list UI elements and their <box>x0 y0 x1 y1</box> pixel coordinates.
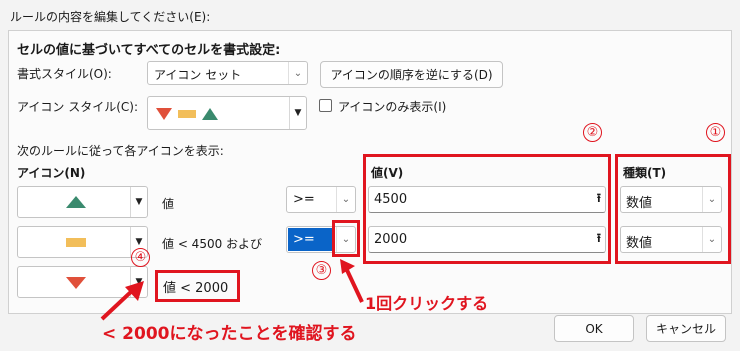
yellow-dash-icon <box>66 238 86 247</box>
format-style-value: アイコン セット <box>154 68 242 82</box>
rule2-condition: 値 < 4500 および <box>162 237 263 251</box>
rule2-value-input[interactable]: 2000 ⭱ <box>368 226 606 253</box>
upload-arrow-icon[interactable]: ⭱ <box>597 227 601 252</box>
click-once-annotation: 1回クリックする <box>365 294 489 313</box>
icon-set-preview-icon <box>156 108 218 120</box>
rule2-operator: >= <box>293 232 315 247</box>
rule2-value: 2000 <box>374 232 408 247</box>
reverse-icon-order-button[interactable]: アイコンの順序を逆にする(D) <box>320 61 503 88</box>
annotation-number-1: ① <box>706 123 725 142</box>
show-icon-only-label: アイコンのみ表示(I) <box>338 100 447 114</box>
chevron-down-icon: ⌄ <box>702 187 721 212</box>
annotation-number-3: ③ <box>312 261 331 280</box>
confirm-annotation: < 2000になったことを確認する <box>102 324 357 344</box>
annotation-number-4: ④ <box>131 248 150 267</box>
chevron-down-icon: ⌄ <box>288 62 307 84</box>
rule2-icon-select[interactable]: ▼ <box>17 226 148 258</box>
upload-arrow-icon[interactable]: ⭱ <box>597 187 601 212</box>
ok-button[interactable]: OK <box>554 315 634 342</box>
icon-column-header: アイコン(N) <box>17 166 86 180</box>
dropdown-arrow-icon: ▼ <box>289 97 306 129</box>
icon-style-label: アイコン スタイル(C): <box>17 100 139 114</box>
show-icon-only-checkbox[interactable] <box>319 99 332 112</box>
rule1-type-select[interactable]: 数値 ⌄ <box>620 186 722 213</box>
rule1-icon-select[interactable]: ▼ <box>17 186 148 218</box>
chevron-down-icon: ⌄ <box>702 227 721 252</box>
dialog-title: ルールの内容を編集してください(E): <box>10 10 211 24</box>
rules-heading: 次のルールに従って各アイコンを表示: <box>17 144 224 158</box>
section-heading: セルの値に基づいてすべてのセルを書式設定: <box>17 43 281 58</box>
rule1-value: 4500 <box>374 192 408 207</box>
dropdown-arrow-icon: ▼ <box>130 187 147 217</box>
format-style-label: 書式スタイル(O): <box>17 67 112 81</box>
rule1-condition: 値 <box>162 197 175 211</box>
red-arrow-up-icon <box>340 259 364 303</box>
green-triangle-up-icon <box>66 196 86 208</box>
rule1-type: 数値 <box>626 196 653 211</box>
rule3-condition: 値 < 2000 <box>163 281 229 296</box>
rule2-type-select[interactable]: 数値 ⌄ <box>620 226 722 253</box>
value-column-header: 値(V) <box>371 166 404 180</box>
rule1-value-input[interactable]: 4500 ⭱ <box>368 186 606 213</box>
dropdown-highlight <box>332 220 360 257</box>
type-column-header: 種類(T) <box>623 166 667 180</box>
cancel-button[interactable]: キャンセル <box>646 315 726 342</box>
red-triangle-down-icon <box>66 277 86 289</box>
red-arrow-diagonal-icon <box>100 281 144 321</box>
rule1-operator: >= <box>293 192 315 207</box>
format-style-select[interactable]: アイコン セット ⌄ <box>147 61 308 85</box>
icon-style-select[interactable]: ▼ <box>147 96 307 130</box>
annotation-number-2: ② <box>583 123 602 142</box>
chevron-down-icon: ⌄ <box>336 187 355 212</box>
rule1-operator-select[interactable]: >= ⌄ <box>286 186 356 213</box>
rule2-type: 数値 <box>626 236 653 251</box>
